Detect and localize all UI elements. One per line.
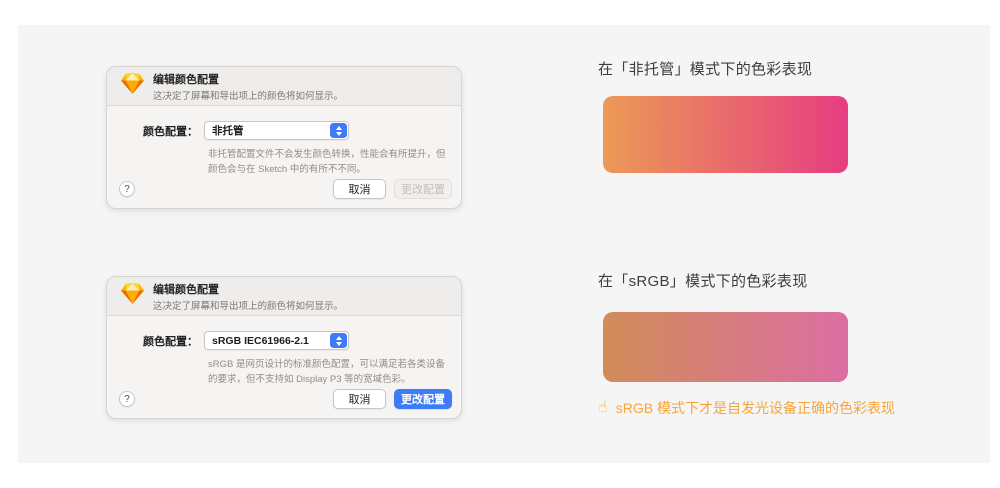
cancel-button[interactable]: 取消 <box>333 389 386 409</box>
profile-description: sRGB 是网页设计的标准颜色配置，可以满足若各类设备的要求，但不支持如 Dis… <box>208 358 450 387</box>
dialog-buttons: 取消 更改配置 <box>333 179 452 199</box>
unmanaged-preview-heading: 在「非托管」模式下的色彩表现 <box>598 58 812 79</box>
dialog-buttons: 取消 更改配置 <box>333 389 452 409</box>
color-profile-field-row: 颜色配置： sRGB IEC61966-2.1 <box>107 331 461 350</box>
color-profile-dropdown[interactable]: sRGB IEC61966-2.1 <box>204 331 349 350</box>
color-profile-label: 颜色配置： <box>107 123 204 139</box>
color-profile-field-row: 颜色配置： 非托管 <box>107 121 461 140</box>
dialog-header: 编辑颜色配置 这决定了屏幕和导出项上的颜色将如何显示。 <box>107 67 461 106</box>
change-profile-button: 更改配置 <box>394 179 452 199</box>
chevron-up-icon <box>336 126 342 130</box>
color-profile-label: 颜色配置： <box>107 333 204 349</box>
dialog-body: 颜色配置： 非托管 非托管配置文件不会发生颜色转换，性能会有所提升，但颜色会与在… <box>107 106 461 208</box>
color-profile-dialog-unmanaged: 编辑颜色配置 这决定了屏幕和导出项上的颜色将如何显示。 颜色配置： 非托管 非托… <box>106 66 462 209</box>
pointing-up-icon: ☝ <box>598 400 608 416</box>
dialog-body: 颜色配置： sRGB IEC61966-2.1 sRGB 是网页设计的标准颜色配… <box>107 316 461 418</box>
dialog-title-block: 编辑颜色配置 这决定了屏幕和导出项上的颜色将如何显示。 <box>153 71 343 102</box>
dialog-subtitle: 这决定了屏幕和导出项上的颜色将如何显示。 <box>153 88 343 102</box>
help-button[interactable]: ? <box>119 391 135 407</box>
dropdown-stepper-icon <box>330 333 347 348</box>
sketch-diamond-icon <box>121 283 144 309</box>
chevron-down-icon <box>336 342 342 346</box>
help-button[interactable]: ? <box>119 181 135 197</box>
dropdown-selected-value: sRGB IEC61966-2.1 <box>205 335 309 347</box>
color-profile-dropdown[interactable]: 非托管 <box>204 121 349 140</box>
change-profile-button[interactable]: 更改配置 <box>394 389 452 409</box>
chevron-up-icon <box>336 336 342 340</box>
srgb-note: ☝ sRGB 模式下才是自发光设备正确的色彩表现 <box>598 398 895 418</box>
srgb-gradient-swatch <box>603 312 848 382</box>
cancel-button[interactable]: 取消 <box>333 179 386 199</box>
dialog-header: 编辑颜色配置 这决定了屏幕和导出项上的颜色将如何显示。 <box>107 277 461 316</box>
dialog-title: 编辑颜色配置 <box>153 71 343 87</box>
dropdown-stepper-icon <box>330 123 347 138</box>
srgb-preview-heading: 在「sRGB」模式下的色彩表现 <box>598 270 808 291</box>
dialog-title: 编辑颜色配置 <box>153 281 343 297</box>
chevron-down-icon <box>336 132 342 136</box>
sketch-diamond-icon <box>121 73 144 99</box>
profile-description: 非托管配置文件不会发生颜色转换，性能会有所提升，但颜色会与在 Sketch 中的… <box>208 148 450 177</box>
srgb-note-text: sRGB 模式下才是自发光设备正确的色彩表现 <box>616 398 895 418</box>
dialog-subtitle: 这决定了屏幕和导出项上的颜色将如何显示。 <box>153 298 343 312</box>
color-profile-dialog-srgb: 编辑颜色配置 这决定了屏幕和导出项上的颜色将如何显示。 颜色配置： sRGB I… <box>106 276 462 419</box>
dialog-title-block: 编辑颜色配置 这决定了屏幕和导出项上的颜色将如何显示。 <box>153 281 343 312</box>
unmanaged-gradient-swatch <box>603 96 848 173</box>
screenshot-root: 编辑颜色配置 这决定了屏幕和导出项上的颜色将如何显示。 颜色配置： 非托管 非托… <box>0 0 1000 488</box>
dropdown-selected-value: 非托管 <box>205 123 244 138</box>
